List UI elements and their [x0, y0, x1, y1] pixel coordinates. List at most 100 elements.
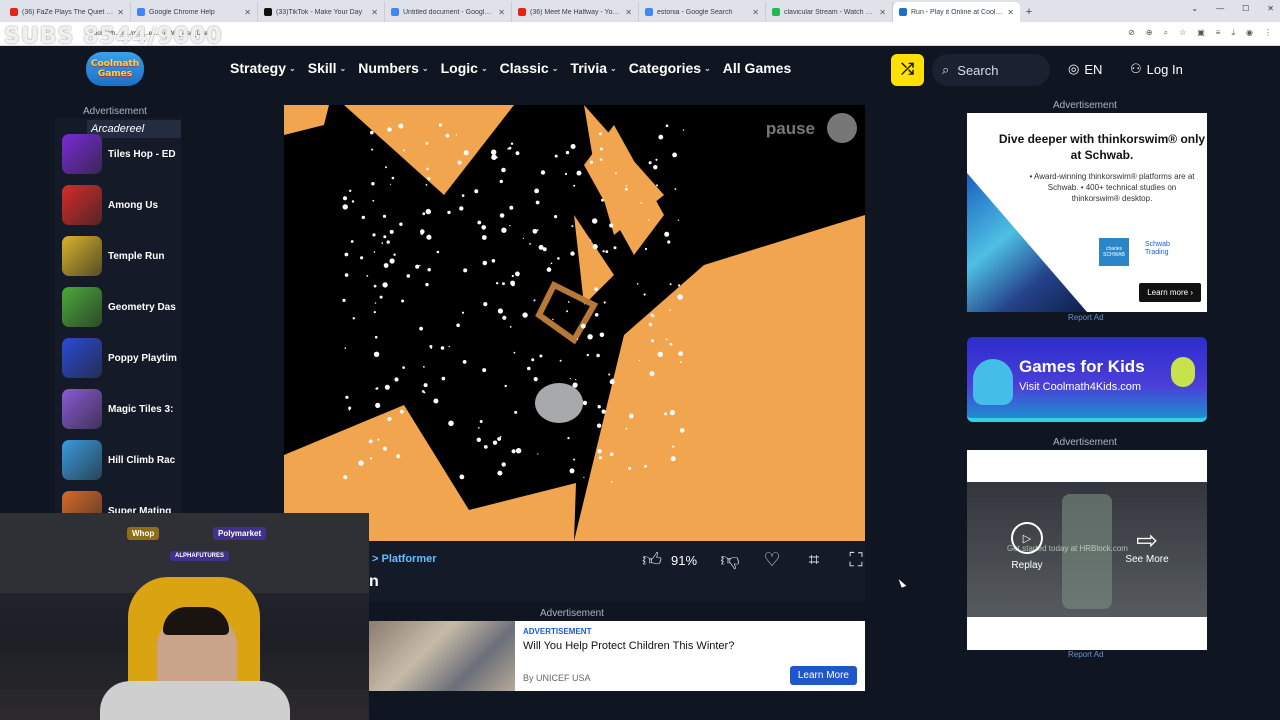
star — [537, 453, 539, 455]
star — [535, 200, 540, 205]
game-canvas[interactable]: pause — [284, 105, 865, 541]
star — [382, 282, 388, 288]
search-icon[interactable]: ⌕ — [1164, 28, 1168, 38]
minimize-icon[interactable]: — — [1216, 4, 1224, 13]
browser-tab[interactable]: (36) Meet Me Halfway - YouTube ✕ — [512, 2, 639, 22]
menu-icon[interactable]: ⋮ — [1264, 28, 1272, 38]
game-thumbnail — [62, 236, 102, 276]
download-icon[interactable]: ⤓ — [1231, 28, 1235, 38]
game-scene[interactable] — [284, 105, 865, 541]
coolmath-logo[interactable]: Coolmath Games — [86, 52, 144, 86]
browser-tab[interactable]: (36) FaZe Plays The Quiet Place ✕ — [4, 2, 131, 22]
chevron-down-icon[interactable]: ⌄ — [1191, 4, 1198, 13]
nav-item-logic[interactable]: Logic ⌄ — [441, 60, 488, 76]
star — [441, 376, 446, 381]
eye-off-icon[interactable]: ⊘ — [1128, 28, 1135, 38]
star — [648, 219, 650, 221]
new-tab-button[interactable]: + — [1020, 2, 1038, 22]
schwab-ad[interactable]: Dive deeper with thinkorswim® only at Sc… — [967, 113, 1207, 312]
thumbs-up-icon[interactable]: 👍︎ — [639, 549, 665, 572]
search-button[interactable]: ⌕ Search — [932, 54, 1050, 86]
star — [557, 257, 560, 260]
browser-tab[interactable]: Untitled document - Google Docs ✕ — [385, 2, 512, 22]
browser-tab[interactable]: Run - Play it Online at Coolmath ✕ — [893, 2, 1020, 22]
star — [448, 345, 450, 348]
close-icon[interactable]: ✕ — [1267, 4, 1274, 13]
media-icon[interactable]: ≡ — [1216, 28, 1221, 38]
streamer-shirt — [100, 681, 290, 720]
ad-headline[interactable]: Will You Help Protect Children This Wint… — [523, 640, 857, 652]
nav-item-trivia[interactable]: Trivia ⌄ — [570, 60, 616, 76]
random-game-button[interactable]: ⤮ — [891, 54, 924, 86]
tab-close-icon[interactable]: ✕ — [244, 8, 251, 17]
browser-tab-strip: (36) FaZe Plays The Quiet Place✕Google C… — [0, 0, 1280, 22]
tab-close-icon[interactable]: ✕ — [498, 8, 505, 17]
star — [463, 268, 468, 273]
star — [644, 247, 648, 251]
unicef-ad[interactable]: ADVERTISEMENT Will You Help Protect Chil… — [369, 621, 865, 691]
learn-more-button[interactable]: Learn More — [789, 666, 857, 685]
sidebar-game-item[interactable]: Hill Climb Rac — [62, 439, 180, 481]
tab-close-icon[interactable]: ✕ — [1007, 8, 1014, 17]
browser-tab[interactable]: estonia - Google Search ✕ — [639, 2, 766, 22]
star — [569, 468, 575, 474]
thumbs-down-icon[interactable]: 👎︎ — [717, 549, 743, 572]
pause-label[interactable]: pause — [766, 119, 815, 139]
star — [382, 214, 387, 218]
nav-item-classic[interactable]: Classic ⌄ — [500, 60, 559, 76]
sidebar-game-item[interactable]: Geometry Das — [62, 286, 180, 328]
browser-tab[interactable]: (33)TikTok - Make Your Day ✕ — [258, 2, 385, 22]
star — [385, 166, 387, 169]
star — [402, 366, 405, 369]
login-label: Log In — [1146, 61, 1183, 77]
sidebar-game-item[interactable]: Among Us — [62, 184, 180, 226]
browser-tab[interactable]: Google Chrome Help ✕ — [131, 2, 258, 22]
nav-item-categories[interactable]: Categories ⌄ — [629, 60, 711, 76]
profile-icon[interactable]: ◉ — [1246, 28, 1253, 38]
report-ad-link-2[interactable]: Report Ad — [1068, 650, 1104, 659]
star — [643, 293, 646, 296]
replay-button[interactable]: ▷ Replay — [1007, 522, 1047, 571]
category-breadcrumb[interactable]: > Platformer — [372, 553, 437, 565]
login-button[interactable]: ⚇ Log In — [1130, 61, 1183, 77]
star-icon[interactable]: ☆ — [1179, 28, 1186, 38]
ad-image — [369, 621, 515, 691]
tab-close-icon[interactable]: ✕ — [625, 8, 632, 17]
tab-close-icon[interactable]: ✕ — [879, 8, 886, 17]
star — [394, 377, 399, 382]
star — [459, 206, 464, 211]
nav-item-strategy[interactable]: Strategy ⌄ — [230, 60, 296, 76]
star — [532, 228, 538, 234]
star — [628, 413, 634, 419]
extensions-icon[interactable]: ▣ — [1197, 28, 1205, 38]
star — [589, 160, 594, 164]
ad-video[interactable]: Get started today at HRBlock.com ▷ Repla… — [967, 482, 1207, 617]
hrblock-ad[interactable]: Get started today at HRBlock.com ▷ Repla… — [967, 450, 1207, 650]
see-more-button[interactable]: ⇨ See More — [1117, 526, 1177, 565]
schwab-learn-more-button[interactable]: Learn more › — [1139, 283, 1201, 302]
star — [393, 253, 396, 256]
nav-item-numbers[interactable]: Numbers ⌄ — [358, 60, 428, 76]
sidebar-game-item[interactable]: Tiles Hop - ED — [62, 133, 180, 175]
pause-button[interactable] — [827, 113, 857, 143]
maximize-icon[interactable]: ☐ — [1242, 4, 1249, 13]
report-ad-link[interactable]: Report Ad — [1068, 313, 1104, 322]
sidebar-game-item[interactable]: Temple Run — [62, 235, 180, 277]
star — [608, 373, 611, 376]
tab-close-icon[interactable]: ✕ — [117, 8, 124, 17]
nav-item-all-games[interactable]: All Games — [723, 60, 791, 76]
coolmath4kids-banner[interactable]: Games for Kids Visit Coolmath4Kids.com — [967, 337, 1207, 422]
language-selector[interactable]: ◎ EN — [1068, 61, 1102, 77]
sidebar-game-item[interactable]: Poppy Playtim — [62, 337, 180, 379]
star — [576, 338, 579, 340]
browser-tab[interactable]: clavicular Stream - Watch Live ✕ — [766, 2, 893, 22]
heart-icon[interactable]: ♡ — [759, 549, 785, 572]
zoom-icon[interactable]: ⊕ — [1146, 28, 1153, 38]
nav-item-skill[interactable]: Skill ⌄ — [308, 60, 347, 76]
screenshot-icon[interactable]: ⌗ — [801, 550, 827, 572]
fullscreen-icon[interactable]: ⛶ — [843, 550, 869, 572]
star — [474, 189, 479, 194]
tab-close-icon[interactable]: ✕ — [752, 8, 759, 17]
sidebar-game-item[interactable]: Magic Tiles 3: — [62, 388, 180, 430]
tab-close-icon[interactable]: ✕ — [371, 8, 378, 17]
